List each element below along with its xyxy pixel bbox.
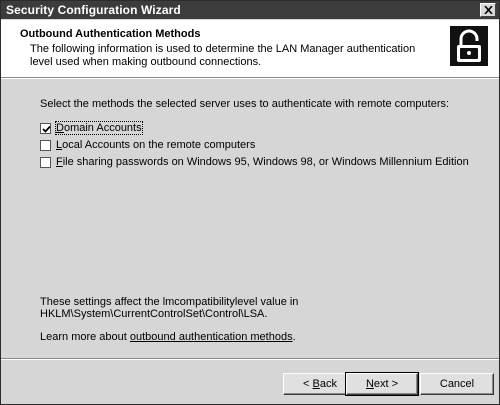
local-accounts-label: Local Accounts on the remote computers — [56, 139, 256, 151]
note-line-1: These settings affect the lmcompatibilit… — [40, 296, 299, 308]
file-sharing-label: File sharing passwords on Windows 95, Wi… — [56, 156, 469, 168]
footer-separator — [1, 358, 499, 360]
learn-more-text: Learn more about outbound authentication… — [40, 331, 296, 343]
close-icon — [484, 6, 493, 14]
domain-accounts-label: Domain Accounts — [55, 121, 143, 135]
learn-more-prefix: Learn more about — [40, 331, 130, 343]
learn-more-suffix: . — [292, 331, 296, 343]
wizard-header: Outbound Authentication Methods The foll… — [1, 20, 499, 77]
title-bar[interactable]: Security Configuration Wizard — [1, 1, 499, 19]
header-separator — [1, 77, 499, 79]
page-title: Outbound Authentication Methods — [20, 28, 201, 40]
window-title: Security Configuration Wizard — [6, 3, 181, 17]
outbound-auth-link[interactable]: outbound authentication methods — [130, 331, 293, 343]
checkmark-icon — [42, 125, 51, 133]
cancel-button[interactable]: Cancel — [420, 373, 494, 395]
local-accounts-checkbox[interactable] — [40, 140, 51, 151]
file-sharing-checkbox[interactable] — [40, 157, 51, 168]
wizard-window: Security Configuration Wizard Outbound A… — [0, 0, 500, 405]
settings-note: These settings affect the lmcompatibilit… — [40, 296, 298, 320]
page-description: The following information is used to det… — [30, 43, 416, 68]
close-button[interactable] — [480, 3, 496, 17]
padlock-icon — [450, 26, 488, 66]
note-line-2: HKLM\System\CurrentControlSet\Control\LS… — [40, 308, 268, 320]
next-button[interactable]: Next > — [345, 372, 419, 396]
instruction-text: Select the methods the selected server u… — [40, 98, 450, 110]
domain-accounts-checkbox[interactable] — [40, 123, 51, 134]
